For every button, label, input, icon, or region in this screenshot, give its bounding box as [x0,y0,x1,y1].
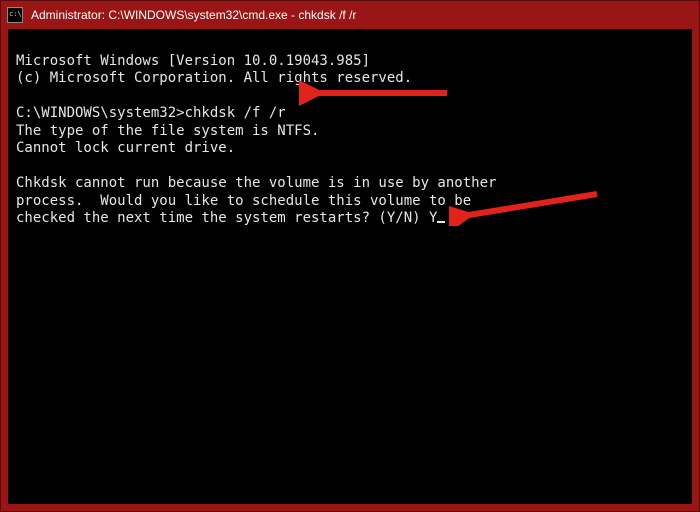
line-version: Microsoft Windows [Version 10.0.19043.98… [16,53,370,69]
window-title: Administrator: C:\WINDOWS\system32\cmd.e… [31,8,356,22]
typed-command: chkdsk /f /r [185,105,286,121]
terminal-area[interactable]: Microsoft Windows [Version 10.0.19043.98… [8,29,692,504]
line-fs-type: The type of the file system is NTFS. [16,123,319,139]
line-busy-2: process. Would you like to schedule this… [16,193,471,209]
line-busy-1: Chkdsk cannot run because the volume is … [16,175,496,191]
cmd-icon [7,7,23,23]
text-cursor [437,221,445,223]
line-busy-3: checked the next time the system restart… [16,210,429,226]
user-answer: Y [429,210,437,226]
titlebar[interactable]: Administrator: C:\WINDOWS\system32\cmd.e… [1,1,699,29]
prompt: C:\WINDOWS\system32> [16,105,185,121]
line-lock: Cannot lock current drive. [16,140,235,156]
cmd-window: Administrator: C:\WINDOWS\system32\cmd.e… [0,0,700,512]
line-copyright: (c) Microsoft Corporation. All rights re… [16,70,412,86]
